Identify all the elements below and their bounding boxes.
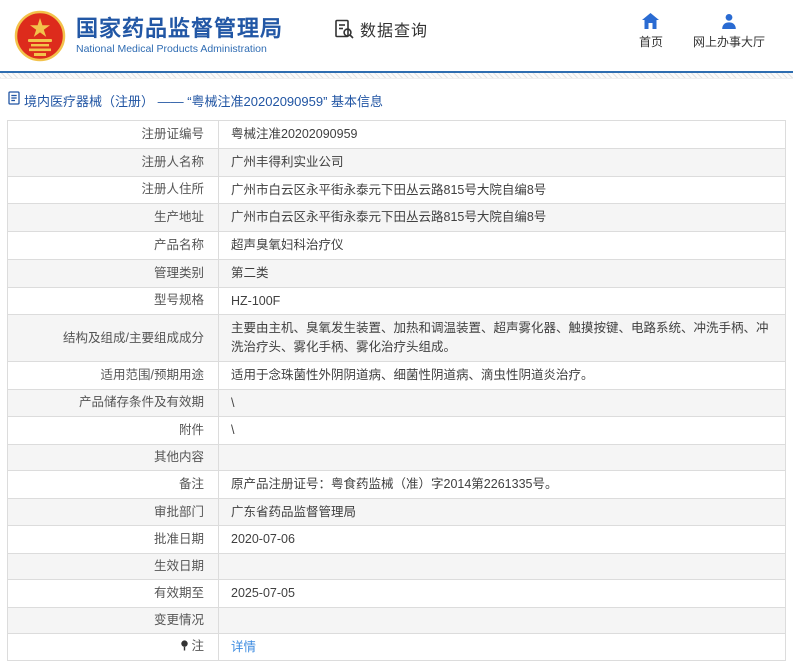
- site-logo: 国家药品监督管理局 National Medical Products Admi…: [14, 10, 283, 62]
- data-query-button[interactable]: 数据查询: [333, 17, 428, 41]
- table-row: 变更情况: [7, 606, 786, 634]
- details-link[interactable]: 详情: [231, 640, 256, 654]
- document-search-icon: [333, 18, 355, 40]
- field-label: 变更情况: [7, 606, 219, 634]
- field-label: 注册证编号: [7, 120, 219, 149]
- field-label: 适用范围/预期用途: [7, 360, 219, 390]
- field-value: 广州市白云区永平街永泰元下田丛云路815号大院自编8号: [218, 175, 786, 205]
- field-label: 批准日期: [7, 525, 219, 555]
- page-header: 国家药品监督管理局 National Medical Products Admi…: [0, 0, 793, 71]
- field-label: 生产地址: [7, 203, 219, 232]
- table-row: 产品名称 超声臭氧妇科治疗仪: [7, 231, 786, 260]
- table-row: 批准日期 2020-07-06: [7, 525, 786, 555]
- nav-item-home[interactable]: 首页: [639, 13, 663, 50]
- field-label: 有效期至: [7, 579, 219, 608]
- field-value: 原产品注册证号：粤食药监械（准）字2014第2261335号。: [218, 469, 786, 499]
- nav-item-service-hall-label: 网上办事大厅: [692, 35, 765, 49]
- field-label: 产品名称: [7, 231, 219, 260]
- field-label: 注册人名称: [7, 147, 219, 177]
- table-row: 有效期至 2025-07-05: [7, 579, 786, 608]
- data-query-label: 数据查询: [360, 22, 429, 40]
- header-nav: 首页 网上办事大厅: [639, 13, 765, 50]
- field-value: [218, 606, 786, 634]
- field-label: 产品储存条件及有效期: [7, 388, 219, 418]
- registration-info-table: 注册证编号 粤械注准20202090959 注册人名称 广州丰得利实业公司 注册人住…: [7, 120, 786, 661]
- field-label: 备注: [7, 469, 219, 499]
- field-value: HZ-100F: [218, 286, 786, 316]
- breadcrumb: 境内医疗器械（注册） —— “粤械注准20202090959” 基本信息: [0, 79, 793, 120]
- nav-item-service-hall[interactable]: 网上办事大厅: [693, 13, 765, 50]
- home-icon: [642, 13, 660, 29]
- table-row: 备注 原产品注册证号：粤食药监械（准）字2014第2261335号。: [7, 469, 786, 499]
- field-value: [218, 444, 786, 471]
- field-label-note: 注: [7, 632, 219, 661]
- table-row: 型号规格 HZ-100F: [7, 286, 786, 316]
- field-value: 主要由主机、臭氧发生装置、加热和调温装置、超声雾化器、触摸按键、电路系统、冲洗手…: [218, 314, 786, 362]
- field-value: 粤械注准20202090959: [218, 120, 786, 149]
- field-label: 注: [191, 639, 204, 654]
- field-value: 超声臭氧妇科治疗仪: [218, 231, 786, 260]
- field-label: 审批部门: [7, 497, 219, 527]
- document-icon: [8, 91, 20, 110]
- table-row: 注册证编号 粤械注准20202090959: [7, 120, 786, 149]
- field-value: 适用于念珠菌性外阴阴道病、细菌性阴道病、滴虫性阴道炎治疗。: [218, 360, 786, 390]
- table-row: 生效日期: [7, 553, 786, 580]
- field-label: 生效日期: [7, 553, 219, 580]
- table-row: 注 详情: [7, 632, 786, 661]
- table-row: 产品储存条件及有效期 \: [7, 388, 786, 418]
- field-value: 广州市白云区永平街永泰元下田丛云路815号大院自编8号: [218, 203, 786, 232]
- user-icon: [721, 13, 737, 29]
- field-label: 注册人住所: [7, 175, 219, 205]
- pin-icon: [180, 639, 189, 656]
- site-title: 国家药品监督管理局: [76, 15, 284, 41]
- field-label: 型号规格: [7, 286, 219, 316]
- nav-item-home-label: 首页: [638, 35, 663, 49]
- table-row: 生产地址 广州市白云区永平街永泰元下田丛云路815号大院自编8号: [7, 203, 786, 232]
- table-row: 适用范围/预期用途 适用于念珠菌性外阴阴道病、细菌性阴道病、滴虫性阴道炎治疗。: [7, 360, 786, 390]
- page-title: 境内医疗器械（注册） —— “粤械注准20202090959” 基本信息: [24, 94, 384, 109]
- table-row: 注册人住所 广州市白云区永平街永泰元下田丛云路815号大院自编8号: [7, 175, 786, 205]
- table-row: 结构及组成/主要组成成分 主要由主机、臭氧发生装置、加热和调温装置、超声雾化器、触…: [7, 314, 786, 362]
- field-value: 第二类: [218, 258, 786, 288]
- field-value: 2020-07-06: [218, 525, 786, 555]
- field-value: 广州丰得利实业公司: [218, 147, 786, 177]
- field-label: 管理类别: [7, 258, 219, 288]
- field-value: \: [218, 388, 786, 418]
- field-value: \: [218, 416, 786, 445]
- national-emblem-icon: [14, 10, 66, 62]
- field-label: 附件: [7, 416, 219, 445]
- field-value: [218, 553, 786, 580]
- field-value: 2025-07-05: [218, 579, 786, 608]
- table-row: 其他内容: [7, 444, 786, 471]
- table-row: 附件 \: [7, 416, 786, 445]
- table-row: 管理类别 第二类: [7, 258, 786, 288]
- field-value: 广东省药品监督管理局: [218, 497, 786, 527]
- table-row: 审批部门 广东省药品监督管理局: [7, 497, 786, 527]
- site-subtitle: National Medical Products Administration: [76, 43, 267, 56]
- field-label: 其他内容: [7, 444, 219, 471]
- field-label: 结构及组成/主要组成成分: [7, 314, 219, 362]
- table-row: 注册人名称 广州丰得利实业公司: [7, 147, 786, 177]
